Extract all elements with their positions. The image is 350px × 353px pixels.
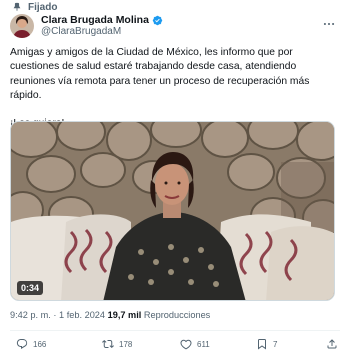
- action-bar: 166 178 611 7: [10, 338, 340, 352]
- bookmark-button[interactable]: 7: [256, 338, 277, 350]
- heart-icon: [180, 339, 192, 350]
- divider: [10, 330, 340, 331]
- verified-badge-icon: [152, 15, 163, 26]
- retweet-count: 178: [119, 339, 133, 349]
- tweet-paragraph: Amigas y amigos de la Ciudad de México, …: [10, 47, 310, 101]
- pin-icon: [13, 2, 21, 12]
- like-button[interactable]: 611: [180, 338, 210, 350]
- tweet-date[interactable]: 1 feb. 2024: [59, 310, 105, 320]
- reply-button[interactable]: 166: [16, 338, 46, 350]
- reply-count: 166: [33, 339, 47, 349]
- author-name[interactable]: Clara Brugada Molina: [41, 14, 149, 26]
- avatar[interactable]: [10, 14, 34, 38]
- like-count: 611: [197, 339, 210, 349]
- bookmark-count: 7: [273, 339, 278, 349]
- tweet-header: Clara Brugada Molina @ClaraBrugadaM: [10, 13, 340, 39]
- video-player[interactable]: 0:34: [10, 121, 335, 301]
- share-icon: [327, 339, 337, 349]
- more-options-icon[interactable]: [320, 17, 338, 31]
- pinned-label: Fijado: [28, 1, 58, 13]
- author-handle[interactable]: @ClaraBrugadaM: [41, 26, 163, 38]
- tweet-time[interactable]: 9:42 p. m.: [10, 310, 51, 320]
- tweet-meta: 9:42 p. m. · 1 feb. 2024 19,7 mil Reprod…: [10, 310, 210, 320]
- retweet-button[interactable]: 178: [102, 338, 132, 350]
- retweet-icon: [102, 339, 114, 349]
- video-duration: 0:34: [17, 281, 44, 295]
- video-thumbnail: [11, 122, 334, 300]
- bookmark-icon: [258, 339, 266, 350]
- views-label: Reproducciones: [143, 310, 211, 320]
- pinned-indicator: Fijado: [12, 1, 57, 13]
- meta-separator: ·: [53, 310, 57, 320]
- share-button[interactable]: [326, 338, 338, 350]
- reply-icon: [16, 339, 28, 349]
- views-count: 19,7 mil: [107, 310, 142, 320]
